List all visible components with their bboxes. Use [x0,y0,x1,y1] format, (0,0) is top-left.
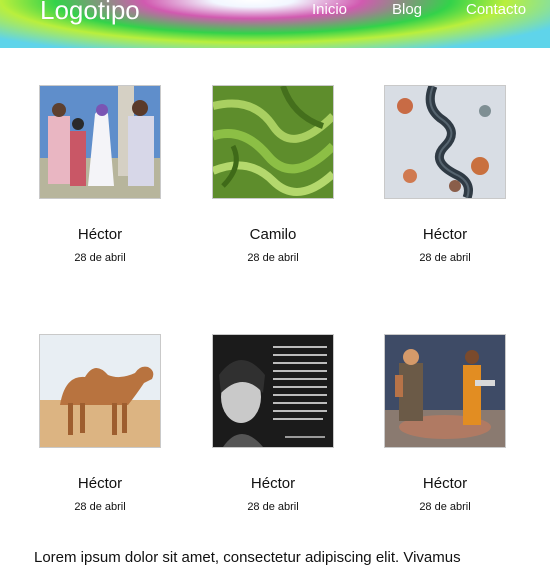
card-date: 28 de abril [74,252,126,264]
nav-link-inicio[interactable]: Inicio [312,1,347,18]
camel-desert-image[interactable] [39,334,161,448]
gallery-card[interactable]: Héctor 28 de abril [30,85,170,264]
gallery-card[interactable]: Héctor 28 de abril [375,334,515,513]
card-name: Camilo [249,226,297,243]
card-name: Héctor [422,226,468,243]
card-date: 28 de abril [247,252,299,264]
anime-knights-image[interactable] [39,85,161,199]
card-date: 28 de abril [74,501,126,513]
gallery-card[interactable]: Héctor 28 de abril [30,334,170,513]
card-date: 28 de abril [419,252,471,264]
gallery-card[interactable]: Héctor 28 de abril [203,334,343,513]
game-characters-image[interactable] [384,334,506,448]
green-terraces-image[interactable] [212,85,334,199]
card-name: Héctor [77,475,123,492]
card-date: 28 de abril [247,501,299,513]
gallery-card[interactable]: Héctor 28 de abril [375,85,515,264]
nav-link-blog[interactable]: Blog [392,1,422,18]
body-paragraph: Lorem ipsum dolor sit amet, consectetur … [34,549,461,566]
card-date: 28 de abril [419,501,471,513]
card-name: Héctor [422,475,468,492]
card-name: Héctor [250,475,296,492]
card-name: Héctor [77,226,123,243]
quote-portrait-image[interactable] [212,334,334,448]
site-header: Logotipo Inicio Blog Contacto [0,0,550,48]
winding-road-image[interactable] [384,85,506,199]
gallery-card[interactable]: Camilo 28 de abril [203,85,343,264]
logo[interactable]: Logotipo [40,0,140,26]
nav-link-contacto[interactable]: Contacto [466,1,526,18]
